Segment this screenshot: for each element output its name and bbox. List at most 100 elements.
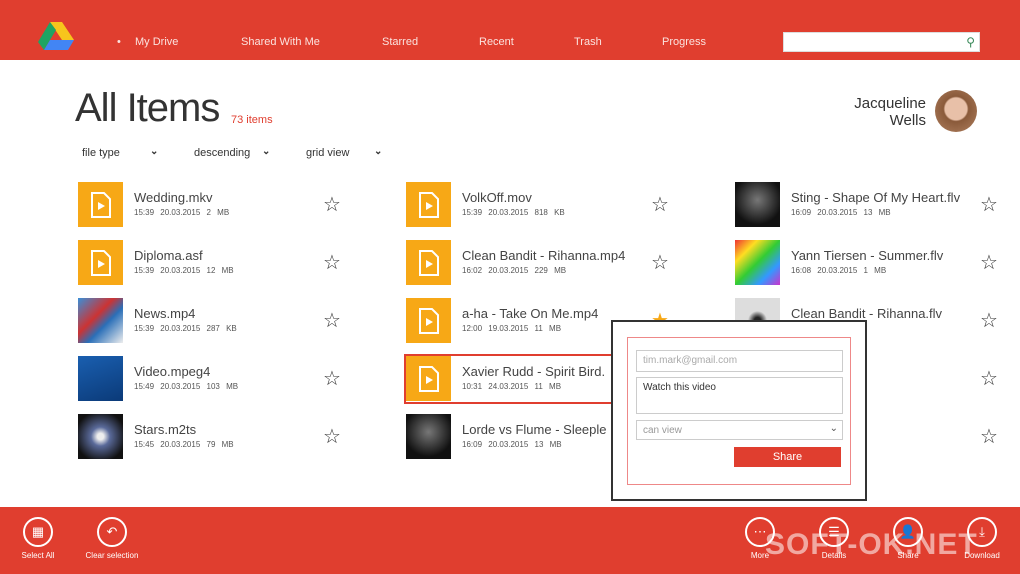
star-icon[interactable]: ☆	[980, 250, 998, 275]
top-bar: • My Drive Shared With Me Starred Recent…	[0, 0, 1020, 60]
select-all-button[interactable]: ▦ Select All	[3, 517, 73, 560]
file-meta: 16:09 20.03.2015 13 MB	[462, 440, 562, 449]
star-icon[interactable]: ☆	[980, 192, 998, 217]
file-meta: 12:00 19.03.2015 11 MB	[462, 324, 562, 333]
video-file-icon	[78, 240, 123, 285]
file-item[interactable]: Video.mpeg4 15:49 20.03.2015 103 MB ☆	[78, 356, 378, 402]
star-icon[interactable]: ☆	[323, 192, 341, 217]
file-name: Video.mpeg4	[134, 364, 211, 379]
file-meta: 16:02 20.03.2015 229 MB	[462, 266, 567, 275]
filter-label: descending	[194, 147, 251, 159]
clear-selection-button[interactable]: ↶ Clear selection	[77, 517, 147, 560]
file-name: Yann Tiersen - Summer.flv	[791, 248, 944, 263]
filter-file-type[interactable]: file type ⌄	[82, 146, 158, 159]
file-item[interactable]: News.mp4 15:39 20.03.2015 287 KB ☆	[78, 298, 378, 344]
file-item[interactable]: Clean Bandit - Rihanna.mp4 16:02 20.03.20…	[406, 240, 706, 286]
avatar[interactable]	[935, 90, 977, 132]
file-meta: 15:39 20.03.2015 12 MB	[134, 266, 234, 275]
file-name: Clean Bandit - Rihanna.flv	[791, 306, 943, 321]
search-input[interactable]: ⚲	[783, 32, 980, 52]
user-first-name: Jacqueline	[854, 95, 926, 112]
nav-my-drive[interactable]: My Drive	[135, 36, 178, 48]
file-item[interactable]: Yann Tiersen - Summer.flv 16:08 20.03.201…	[735, 240, 1020, 286]
nav-recent[interactable]: Recent	[479, 36, 514, 48]
file-name: Diploma.asf	[134, 248, 203, 263]
file-item[interactable]: Wedding.mkv 15:39 20.03.2015 2 MB ☆	[78, 182, 378, 228]
drive-logo	[38, 22, 74, 50]
star-icon[interactable]: ☆	[980, 424, 998, 449]
watermark: SOFT-OK.NET	[765, 528, 978, 561]
file-name: VolkOff.mov	[462, 190, 532, 205]
file-name: Wedding.mkv	[134, 190, 213, 205]
filter-label: file type	[82, 147, 120, 159]
file-name: Lorde vs Flume - Sleeple	[462, 422, 607, 437]
nav-progress[interactable]: Progress	[662, 36, 706, 48]
file-meta: 16:08 20.03.2015 1 MB	[791, 266, 887, 275]
permission-value: can view	[643, 425, 682, 436]
nav-starred[interactable]: Starred	[382, 36, 418, 48]
file-item[interactable]: Xavier Rudd - Spirit Bird. 10:31 24.03.20…	[404, 354, 669, 404]
file-meta: 15:39 20.03.2015 287 KB	[134, 324, 237, 333]
message-field[interactable]: Watch this video	[636, 377, 843, 414]
clear-selection-label: Clear selection	[85, 551, 139, 560]
video-file-icon	[406, 356, 451, 401]
share-form: tim.mark@gmail.com Watch this video can …	[627, 337, 851, 485]
thumbnail	[78, 298, 123, 343]
file-meta: 15:45 20.03.2015 79 MB	[134, 440, 234, 449]
star-icon[interactable]: ☆	[323, 424, 341, 449]
star-icon[interactable]: ☆	[323, 250, 341, 275]
permission-select[interactable]: can view ⌄	[636, 420, 843, 440]
chevron-down-icon: ⌄	[374, 146, 383, 157]
select-all-label: Select All	[21, 551, 55, 560]
file-name: Sting - Shape Of My Heart.flv	[791, 190, 961, 205]
star-icon[interactable]: ☆	[323, 308, 341, 333]
user-name[interactable]: Jacqueline Wells	[854, 95, 926, 129]
video-file-icon	[406, 240, 451, 285]
thumbnail	[735, 240, 780, 285]
nav-dot: •	[117, 36, 121, 48]
chevron-down-icon: ⌄	[829, 423, 838, 434]
nav-shared-with-me[interactable]: Shared With Me	[241, 36, 320, 48]
search-icon[interactable]: ⚲	[966, 35, 975, 49]
file-item[interactable]: VolkOff.mov 15:39 20.03.2015 818 KB ☆	[406, 182, 706, 228]
video-file-icon	[406, 298, 451, 343]
file-meta: 16:09 20.03.2015 13 MB	[791, 208, 891, 217]
undo-icon: ↶	[97, 517, 127, 547]
file-meta: 15:49 20.03.2015 103 MB	[134, 382, 239, 391]
star-icon[interactable]: ☆	[651, 250, 669, 275]
user-last-name: Wells	[889, 112, 926, 129]
video-file-icon	[78, 182, 123, 227]
file-meta: 10:31 24.03.2015 11 MB	[462, 382, 562, 391]
file-item[interactable]: Sting - Shape Of My Heart.flv 16:09 20.03…	[735, 182, 1020, 228]
star-icon[interactable]: ☆	[980, 366, 998, 391]
video-file-icon	[406, 182, 451, 227]
file-name: News.mp4	[134, 306, 196, 321]
chevron-down-icon: ⌄	[150, 146, 159, 157]
share-button[interactable]: Share	[734, 447, 841, 467]
file-meta: 15:39 20.03.2015 2 MB	[134, 208, 230, 217]
star-icon[interactable]: ☆	[980, 308, 998, 333]
thumbnail	[406, 414, 451, 459]
star-icon[interactable]: ☆	[651, 192, 669, 217]
star-icon[interactable]: ☆	[323, 366, 341, 391]
item-count: 73 items	[231, 114, 273, 126]
chevron-down-icon: ⌄	[262, 146, 271, 157]
file-name: Clean Bandit - Rihanna.mp4	[462, 248, 626, 263]
email-field[interactable]: tim.mark@gmail.com	[636, 350, 843, 372]
nav-trash[interactable]: Trash	[574, 36, 602, 48]
filter-view[interactable]: grid view ⌄	[306, 146, 382, 159]
thumbnail	[78, 414, 123, 459]
file-name: a-ha - Take On Me.mp4	[462, 306, 599, 321]
file-name: Stars.m2ts	[134, 422, 197, 437]
page-title: All Items	[75, 86, 220, 130]
file-meta: 15:39 20.03.2015 818 KB	[462, 208, 565, 217]
share-dialog: tim.mark@gmail.com Watch this video can …	[611, 320, 867, 501]
thumbnail	[78, 356, 123, 401]
file-item[interactable]: Stars.m2ts 15:45 20.03.2015 79 MB ☆	[78, 414, 378, 460]
file-item[interactable]: Diploma.asf 15:39 20.03.2015 12 MB ☆	[78, 240, 378, 286]
file-name: Xavier Rudd - Spirit Bird.	[462, 364, 606, 379]
filter-label: grid view	[306, 147, 350, 159]
grid-icon: ▦	[23, 517, 53, 547]
thumbnail	[735, 182, 780, 227]
filter-sort-order[interactable]: descending ⌄	[194, 146, 270, 159]
